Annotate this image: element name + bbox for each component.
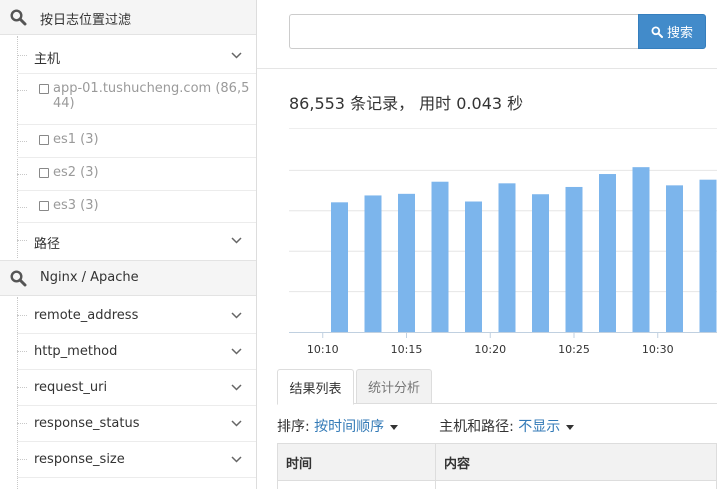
host-value-item[interactable]: es2 (3) [17, 158, 256, 191]
checkbox[interactable] [39, 135, 49, 145]
host-path-label: 主机和路径: [439, 419, 514, 435]
search-button-label: 搜索 [666, 26, 693, 41]
log-table: 时间 内容 [277, 443, 717, 489]
table-header-row: 时间 内容 [277, 443, 717, 481]
field-response-size[interactable]: response_size [17, 442, 256, 478]
x-tick-label: 10:20 [474, 343, 506, 356]
checkbox[interactable] [39, 168, 49, 178]
tab-statistics[interactable]: 统计分析 [356, 369, 432, 404]
x-tick-label: 10:15 [391, 343, 423, 356]
divider [289, 128, 717, 129]
field-path[interactable]: 路径 [17, 223, 256, 260]
chart-bar[interactable] [599, 174, 616, 332]
chevron-down-icon[interactable] [231, 348, 242, 355]
search-input[interactable] [289, 14, 639, 49]
chevron-down-icon[interactable] [231, 52, 242, 59]
result-tabs: 结果列表 统计分析 [277, 369, 717, 405]
section-title: 按日志位置过滤 [40, 13, 132, 28]
chart-bar[interactable] [565, 186, 583, 332]
section-header-log-location[interactable]: 按日志位置过滤 [0, 0, 256, 35]
table-cell [435, 480, 717, 489]
chevron-down-icon[interactable] [231, 420, 242, 427]
chevron-down-icon[interactable] [231, 456, 242, 463]
x-tick-label: 10:10 [307, 343, 339, 356]
tab-results-list[interactable]: 结果列表 [277, 369, 354, 405]
field-remote-address[interactable]: remote_address [17, 298, 256, 334]
host-value-item[interactable]: es1 (3) [17, 125, 256, 158]
field-label: http_method [34, 344, 118, 359]
search-icon [10, 9, 27, 26]
sort-dropdown[interactable]: 按时间顺序 [314, 419, 399, 435]
field-label: request_uri [34, 380, 108, 395]
host-path-dropdown[interactable]: 不显示 [518, 419, 575, 435]
section-title: Nginx / Apache [40, 270, 139, 285]
host-value-label: es2 (3) [53, 165, 99, 180]
chart-bar[interactable] [398, 193, 415, 332]
checkbox[interactable] [39, 84, 49, 94]
host-value-label: es3 (3) [53, 198, 99, 213]
table-row[interactable] [277, 480, 717, 489]
field-host[interactable]: 主机 [17, 38, 256, 74]
section-header-nginx-apache[interactable]: Nginx / Apache [0, 260, 256, 296]
chart-bar[interactable] [632, 167, 650, 332]
search-icon [10, 270, 27, 287]
x-tick-label: 10:30 [642, 343, 674, 356]
checkbox[interactable] [39, 201, 49, 211]
field-label: 路径 [34, 237, 61, 252]
divider [257, 68, 717, 69]
filter-sidebar: 按日志位置过滤 主机 app-01.tushucheng.com (86,544… [0, 0, 257, 489]
chart-bar[interactable] [498, 183, 516, 332]
chart-bar[interactable] [331, 202, 348, 332]
result-summary: 86,553 条记录， 用时 0.043 秒 [289, 94, 524, 113]
search-button[interactable]: 搜索 [638, 14, 706, 49]
table-cell [277, 480, 436, 489]
field-response-status[interactable]: response_status [17, 406, 256, 442]
chart-bar[interactable] [666, 185, 683, 332]
sort-label: 排序: [277, 419, 310, 435]
caret-down-icon [390, 424, 399, 430]
chart-bar[interactable] [364, 195, 382, 332]
field-label: response_status [34, 416, 140, 431]
field-http-method[interactable]: http_method [17, 334, 256, 370]
chevron-down-icon[interactable] [231, 237, 242, 244]
search-icon [651, 26, 663, 38]
column-header-content: 内容 [435, 443, 717, 481]
field-label: remote_address [34, 308, 139, 323]
host-value-label: es1 (3) [53, 132, 99, 147]
sort-value: 按时间顺序 [314, 419, 385, 435]
chart-bar[interactable] [532, 194, 549, 332]
host-path-value: 不显示 [518, 419, 561, 435]
caret-down-icon [566, 424, 575, 430]
field-label: 主机 [34, 52, 61, 67]
column-header-time: 时间 [277, 443, 436, 481]
chevron-down-icon[interactable] [231, 384, 242, 391]
chart-bar[interactable] [699, 179, 717, 332]
sort-bar: 排序: 按时间顺序 主机和路径: 不显示 [277, 416, 575, 436]
field-label: response_size [34, 452, 125, 467]
x-tick-label: 10:25 [558, 343, 590, 356]
host-value-item[interactable]: app-01.tushucheng.com (86,544) [17, 74, 256, 125]
chevron-down-icon[interactable] [231, 312, 242, 319]
chart-bar[interactable] [465, 201, 482, 332]
host-value-item[interactable]: es3 (3) [17, 191, 256, 223]
field-request-uri[interactable]: request_uri [17, 370, 256, 406]
histogram-chart[interactable]: 10:1010:1510:2010:2510:3010:35 [289, 130, 717, 362]
host-value-label: app-01.tushucheng.com (86,544) [53, 81, 250, 111]
chart-bar[interactable] [431, 181, 449, 332]
